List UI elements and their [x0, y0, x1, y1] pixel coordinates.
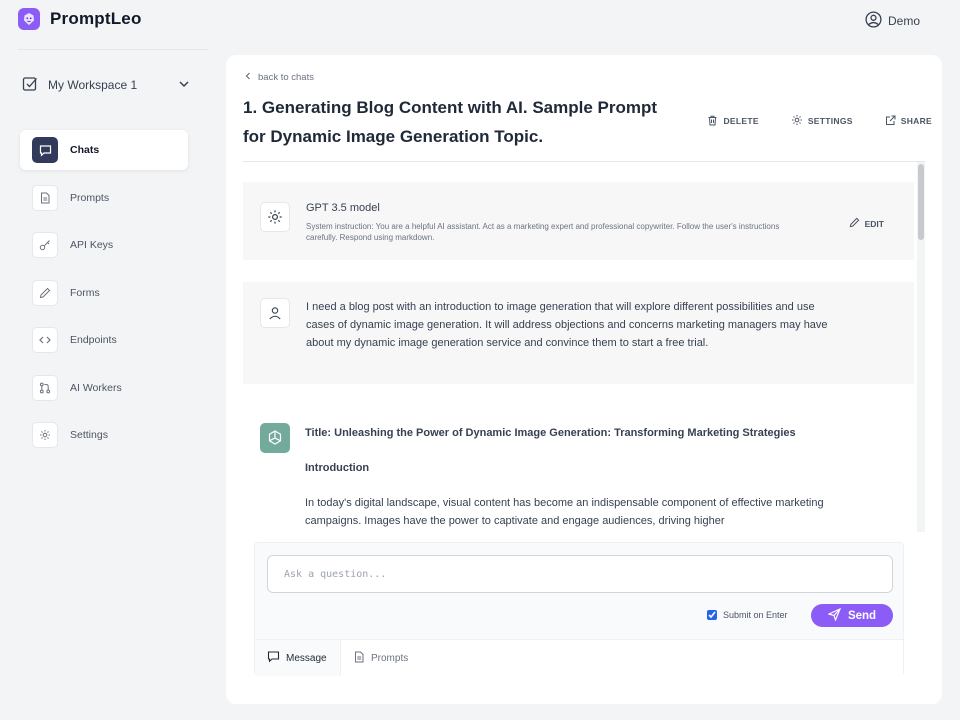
- tab-prompts[interactable]: Prompts: [341, 640, 420, 676]
- messages-area[interactable]: GPT 3.5 model System instruction: You ar…: [243, 162, 925, 532]
- assistant-paragraph: In today's digital landscape, visual con…: [305, 497, 824, 527]
- question-input[interactable]: [267, 555, 893, 593]
- sidebar-item-label: Forms: [70, 286, 100, 299]
- external-link-icon: [885, 115, 896, 128]
- submit-on-enter-toggle[interactable]: Submit on Enter: [707, 610, 788, 620]
- system-instruction: System instruction: You are a helpful AI…: [306, 222, 780, 242]
- sidebar-divider: [18, 49, 208, 50]
- sidebar-item-settings[interactable]: Settings: [20, 415, 188, 455]
- user-message-text: I need a blog post with an introduction …: [306, 301, 828, 349]
- sidebar-item-endpoints[interactable]: Endpoints: [20, 320, 188, 360]
- share-button[interactable]: SHARE: [885, 114, 932, 128]
- top-bar: PromptLeo Demo: [0, 0, 960, 42]
- assistant-title: Title: Unleashing the Power of Dynamic I…: [305, 427, 796, 439]
- sidebar-item-label: Prompts: [70, 191, 110, 204]
- settings-button[interactable]: SETTINGS: [791, 114, 853, 128]
- sidebar-item-label: Settings: [70, 429, 108, 441]
- model-name: GPT 3.5 model: [306, 202, 380, 214]
- document-icon: [32, 184, 58, 211]
- openai-icon: [260, 423, 290, 453]
- tab-message[interactable]: Message: [255, 640, 341, 676]
- submit-on-enter-checkbox[interactable]: [707, 610, 717, 620]
- pencil-icon: [849, 217, 860, 230]
- chat-icon: [32, 137, 58, 163]
- user-name: Demo: [887, 14, 920, 28]
- gear-icon: [32, 422, 58, 448]
- chat-icon: [267, 650, 280, 666]
- send-button[interactable]: Send: [811, 604, 893, 627]
- chat-actions: DELETE SETTINGS SHARE: [707, 114, 932, 128]
- composer-tabs: Message Prompts: [255, 639, 903, 676]
- send-icon: [827, 607, 842, 624]
- tab-label: Message: [286, 652, 327, 664]
- sidebar-item-label: Chats: [70, 144, 100, 156]
- delete-button[interactable]: DELETE: [707, 114, 759, 128]
- back-label: back to chats: [258, 72, 314, 83]
- user-message-card: I need a blog post with an introduction …: [243, 282, 914, 384]
- gear-icon: [791, 114, 803, 128]
- sidebar-item-api-keys[interactable]: API Keys: [20, 225, 188, 265]
- workspace-label: My Workspace 1: [48, 78, 138, 92]
- git-pull-icon: [32, 374, 58, 401]
- app-name: PromptLeo: [50, 9, 142, 28]
- chevron-down-icon: [178, 78, 190, 93]
- system-message-card: GPT 3.5 model System instruction: You ar…: [243, 182, 914, 260]
- edit-label: EDIT: [864, 218, 884, 229]
- settings-label: SETTINGS: [807, 116, 853, 126]
- message-composer: Submit on Enter Send Message Prompts: [254, 542, 904, 676]
- messages-scrollbar[interactable]: [917, 162, 925, 532]
- trash-icon: [707, 115, 718, 128]
- user-icon: [260, 298, 290, 328]
- send-label: Send: [847, 609, 877, 622]
- gear-icon: [260, 202, 290, 232]
- sidebar-item-forms[interactable]: Forms: [20, 273, 188, 313]
- sidebar-item-label: Endpoints: [70, 334, 117, 346]
- chat-title: 1. Generating Blog Content with AI. Samp…: [243, 98, 658, 146]
- assistant-message-card: Title: Unleashing the Power of Dynamic I…: [243, 407, 914, 532]
- sidebar-item-label: AI Workers: [70, 381, 122, 394]
- sidebar-item-label: API Keys: [70, 239, 114, 251]
- key-icon: [32, 232, 58, 258]
- assistant-heading: Introduction: [305, 462, 370, 474]
- checkbox-icon: [22, 76, 38, 95]
- lion-logo-icon: [18, 8, 40, 30]
- document-icon: [353, 651, 365, 666]
- sidebar-nav: Chats Prompts API Keys Forms Endpoints A…: [20, 130, 188, 463]
- back-to-chats-link[interactable]: back to chats: [244, 72, 314, 83]
- user-menu[interactable]: Demo: [865, 11, 920, 31]
- edit-button[interactable]: EDIT: [849, 217, 884, 230]
- app-logo[interactable]: PromptLeo: [18, 8, 142, 30]
- sidebar-item-ai-workers[interactable]: AI Workers: [20, 368, 188, 408]
- sidebar-item-chats[interactable]: Chats: [20, 130, 188, 170]
- delete-label: DELETE: [723, 116, 759, 126]
- submit-on-enter-label: Submit on Enter: [723, 610, 788, 620]
- scrollbar-thumb[interactable]: [918, 164, 924, 240]
- tab-label: Prompts: [371, 652, 409, 664]
- chevron-left-icon: [244, 72, 252, 83]
- share-label: SHARE: [900, 116, 932, 126]
- pencil-icon: [32, 279, 58, 306]
- code-icon: [32, 327, 58, 353]
- sidebar-item-prompts[interactable]: Prompts: [20, 178, 188, 218]
- workspace-selector[interactable]: My Workspace 1: [22, 74, 190, 96]
- chat-panel: back to chats 1. Generating Blog Content…: [226, 55, 942, 704]
- user-circle-icon: [865, 11, 882, 31]
